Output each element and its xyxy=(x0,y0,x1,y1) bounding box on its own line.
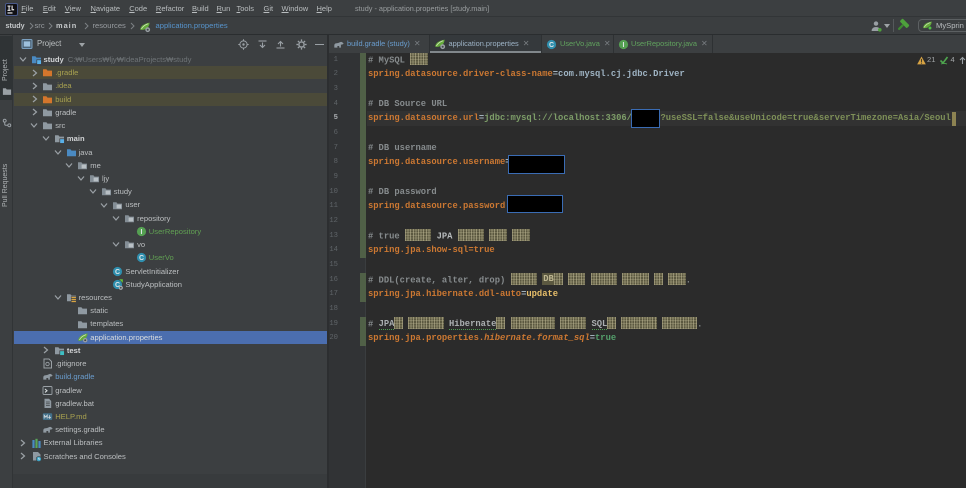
svg-text:C: C xyxy=(139,255,144,262)
svg-text:C: C xyxy=(548,42,553,49)
svg-text:I: I xyxy=(623,42,625,49)
svg-text:I: I xyxy=(140,229,142,236)
svg-text:C: C xyxy=(115,269,120,276)
